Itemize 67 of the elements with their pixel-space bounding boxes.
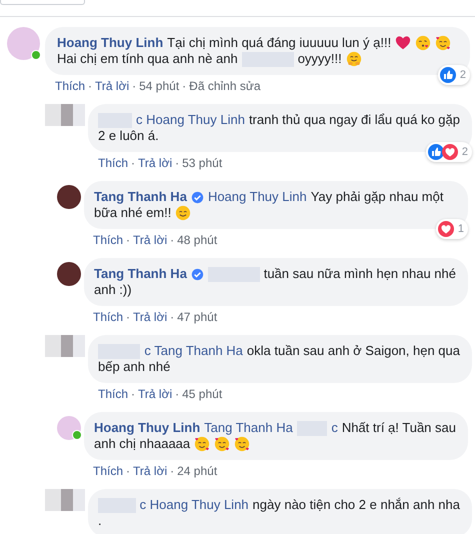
comment-text: 2 e luôn á. xyxy=(98,128,159,144)
comment-text: oyyyy!!! xyxy=(298,51,342,67)
timestamp[interactable]: 45 phút xyxy=(182,386,222,402)
author-name[interactable]: Hoang Thuy Linh xyxy=(94,420,200,436)
avatar[interactable] xyxy=(57,262,81,286)
love-face-emoji-icon xyxy=(435,35,452,51)
timestamp[interactable]: 48 phút xyxy=(177,232,218,248)
action-link[interactable]: Trả lời xyxy=(133,232,168,248)
kiss-face-emoji-icon xyxy=(415,35,432,51)
heart-emoji-icon xyxy=(395,35,412,51)
love-face-emoji-icon xyxy=(194,436,210,452)
separator-dot: · xyxy=(126,309,130,325)
mention-link[interactable]: c xyxy=(331,420,338,436)
author-name[interactable]: Tang Thanh Ha xyxy=(94,266,187,282)
comment-text: Hai chị em tính qua anh nè anh xyxy=(57,51,238,67)
action-link[interactable]: Thích xyxy=(55,78,86,94)
separator-dot: · xyxy=(88,78,92,94)
action-link[interactable]: Trả lời xyxy=(133,463,168,479)
separator-dot: · xyxy=(170,463,174,479)
action-link[interactable]: Thích xyxy=(93,463,124,479)
action-link[interactable]: Thích xyxy=(93,232,124,248)
comment-text: Yay phải gặp nhau một xyxy=(310,189,444,205)
separator-dot: · xyxy=(175,155,180,171)
mention-link[interactable]: c Hoang Thuy Linh xyxy=(140,497,249,513)
mention-link[interactable]: Hoang Thuy Linh xyxy=(208,189,307,205)
edited-label[interactable]: Đã chỉnh sửa xyxy=(189,78,261,94)
separator-dot: · xyxy=(126,232,130,248)
action-link[interactable]: Thích xyxy=(98,386,128,402)
comment-text: tuần sau nữa mình hẹn nhau nhé xyxy=(264,266,456,282)
separator-dot: · xyxy=(131,386,136,402)
timestamp[interactable]: 54 phút xyxy=(139,78,180,94)
mention-link[interactable]: c Hoang Thuy Linh xyxy=(136,112,245,128)
separator-dot: · xyxy=(131,155,136,171)
mention-link[interactable]: Tang Thanh Ha xyxy=(204,420,293,436)
separator-dot: · xyxy=(126,463,130,479)
comment-text: Nhất trí ạ! Tuần sau xyxy=(342,420,456,436)
comment-text: Tại chị mình quá đáng iuuuuu lun ý ạ!!! xyxy=(167,35,392,51)
action-link[interactable]: Thích xyxy=(93,309,124,325)
love-face-emoji-icon xyxy=(234,436,250,452)
mention-link[interactable]: c Tang Thanh Ha xyxy=(144,343,243,359)
hug-face-emoji-icon xyxy=(346,51,362,67)
comment-text: . xyxy=(98,513,102,529)
separator-dot: · xyxy=(170,309,174,325)
comment-text: anh chị nhaaaaa xyxy=(94,436,190,452)
timestamp[interactable]: 24 phút xyxy=(177,463,218,479)
action-link[interactable]: Trả lời xyxy=(138,386,172,402)
action-link[interactable]: Trả lời xyxy=(138,155,172,171)
love-face-emoji-icon xyxy=(214,436,230,452)
author-name[interactable]: Hoang Thuy Linh xyxy=(57,35,164,51)
separator-dot: · xyxy=(175,386,180,402)
separator-dot: · xyxy=(170,232,174,248)
timestamp[interactable]: 53 phút xyxy=(182,155,222,171)
action-link[interactable]: Trả lời xyxy=(95,78,130,94)
author-name[interactable]: Tang Thanh Ha xyxy=(94,189,187,205)
comment-text: anh :)) xyxy=(94,282,132,298)
action-link[interactable]: Trả lời xyxy=(133,309,168,325)
comment-text: tranh thủ qua ngay đi lẩu quá ko gặp xyxy=(248,112,460,128)
avatar[interactable] xyxy=(57,185,81,209)
comment-text: bữa nhé em!! xyxy=(94,205,172,221)
timestamp[interactable]: 47 phút xyxy=(177,309,218,325)
action-link[interactable]: Thích xyxy=(98,155,128,171)
comment-text: ngày nào tiện cho 2 e nhắn anh nha xyxy=(252,497,460,513)
separator-dot: · xyxy=(132,78,136,94)
separator-dot: · xyxy=(182,78,186,94)
comment-text: bếp anh nhé xyxy=(98,359,170,375)
smile-face-emoji-icon xyxy=(175,205,192,221)
comment-text: okla tuần sau anh ở Saigon, hẹn qua xyxy=(246,343,460,359)
